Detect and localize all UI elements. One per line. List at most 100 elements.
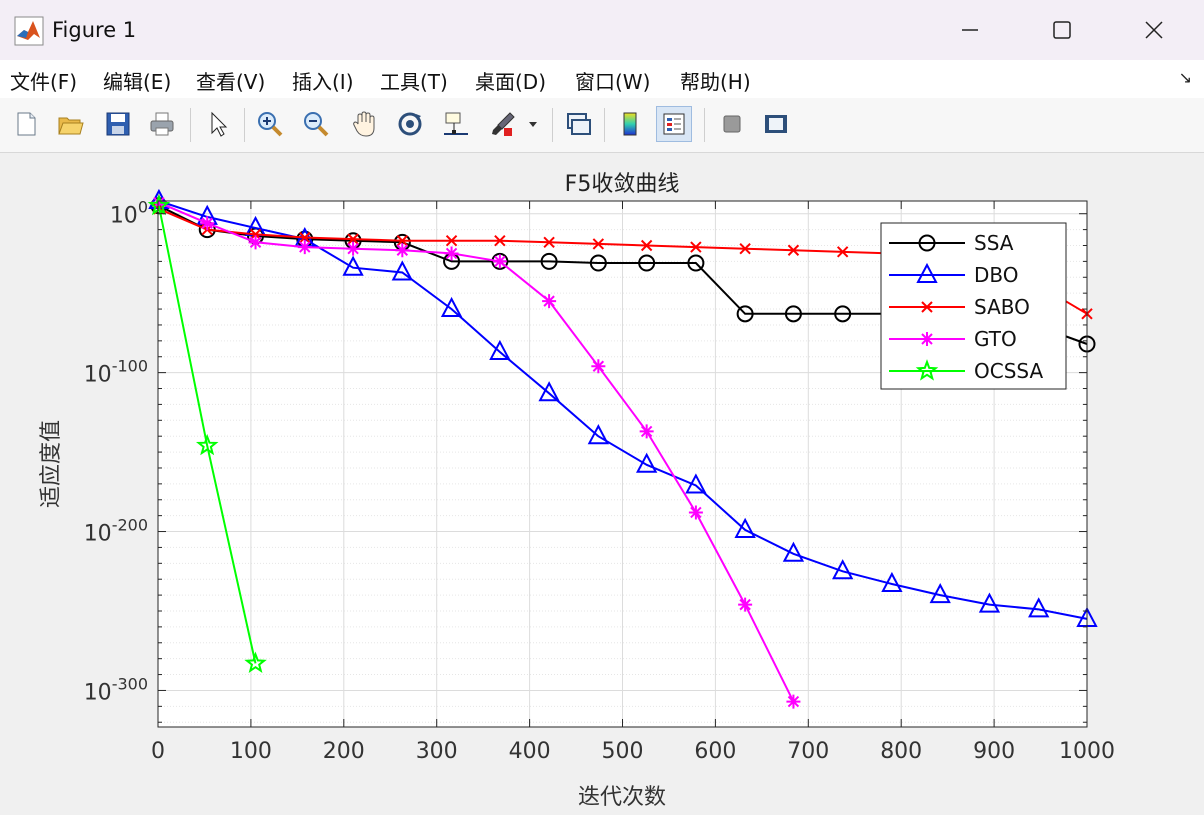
menu-tools[interactable]: 工具(T) bbox=[380, 66, 448, 95]
chart-title: F5收敛曲线 bbox=[565, 172, 680, 197]
asterisk-marker bbox=[492, 254, 507, 269]
legend-entry-label: OCSSA bbox=[974, 359, 1043, 383]
save-icon bbox=[106, 112, 130, 136]
select-arrow-button[interactable] bbox=[200, 106, 236, 142]
data-cursor-icon bbox=[444, 112, 468, 135]
data-point-gto bbox=[248, 235, 263, 250]
print-button[interactable] bbox=[144, 106, 180, 142]
pan-button[interactable] bbox=[346, 106, 382, 142]
x-tick-label: 800 bbox=[880, 739, 922, 764]
legend-button[interactable] bbox=[656, 106, 692, 142]
menu-view[interactable]: 查看(V) bbox=[196, 66, 265, 95]
menu-window[interactable]: 窗口(W) bbox=[575, 66, 650, 95]
zoom-in-button[interactable] bbox=[252, 106, 288, 142]
menu-edit[interactable]: 编辑(E) bbox=[103, 66, 171, 95]
x-axis-label: 迭代次数 bbox=[578, 785, 666, 810]
x-tick-label: 300 bbox=[416, 739, 458, 764]
colorbar-icon bbox=[623, 112, 637, 136]
data-point-gto bbox=[688, 505, 703, 520]
dock-arrow-icon[interactable]: ↘ bbox=[1179, 68, 1192, 87]
x-tick-label: 400 bbox=[509, 739, 551, 764]
asterisk-marker bbox=[444, 246, 459, 261]
menu-help[interactable]: 帮助(H) bbox=[680, 66, 751, 95]
show-plot-tools-button[interactable] bbox=[758, 106, 794, 142]
zoom-out-button[interactable] bbox=[298, 106, 334, 142]
new-figure-icon bbox=[17, 112, 36, 136]
x-tick-label: 200 bbox=[323, 739, 365, 764]
asterisk-marker bbox=[346, 241, 361, 256]
figure-toolbar bbox=[0, 98, 1204, 153]
window-titlebar: Figure 1 bbox=[0, 0, 1204, 60]
y-axis-label: 适应度值 bbox=[39, 420, 64, 508]
x-tick-label: 100 bbox=[230, 739, 272, 764]
y-tick-label: 100 bbox=[110, 198, 148, 229]
menu-file[interactable]: 文件(F) bbox=[10, 66, 77, 95]
open-file-button[interactable] bbox=[52, 106, 88, 142]
asterisk-marker bbox=[591, 359, 606, 374]
menu-insert[interactable]: 插入(I) bbox=[292, 66, 354, 95]
data-point-gto bbox=[591, 359, 606, 374]
asterisk-marker bbox=[688, 505, 703, 520]
legend-entry-label: SSA bbox=[974, 231, 1014, 255]
asterisk-marker bbox=[395, 243, 410, 258]
link-plot-button[interactable] bbox=[560, 106, 596, 142]
brush-icon bbox=[492, 112, 515, 136]
x-tick-label: 600 bbox=[694, 739, 736, 764]
menu-bar: 文件(F) 编辑(E) 查看(V) 插入(I) 工具(T) 桌面(D) 窗口(W… bbox=[0, 60, 1204, 98]
data-point-gto bbox=[395, 243, 410, 258]
maximize-button[interactable] bbox=[1016, 0, 1108, 60]
legend-marker bbox=[920, 332, 934, 346]
asterisk-marker bbox=[639, 424, 654, 439]
y-tick-label: 10-100 bbox=[84, 357, 148, 388]
close-icon bbox=[1145, 21, 1163, 39]
maximize-icon bbox=[1053, 21, 1071, 39]
brush-button[interactable] bbox=[484, 106, 520, 142]
data-cursor-button[interactable] bbox=[438, 106, 474, 142]
chevron-down-icon bbox=[529, 122, 537, 127]
save-button[interactable] bbox=[100, 106, 136, 142]
minimize-button[interactable] bbox=[924, 0, 1016, 60]
new-figure-button[interactable] bbox=[8, 106, 44, 142]
print-icon bbox=[150, 112, 174, 136]
asterisk-marker bbox=[297, 240, 312, 255]
data-point-gto bbox=[346, 241, 361, 256]
hide-plot-tools-button[interactable] bbox=[714, 106, 750, 142]
window-title: Figure 1 bbox=[52, 18, 137, 42]
data-point-gto bbox=[297, 240, 312, 255]
asterisk-marker bbox=[248, 235, 263, 250]
colorbar-button[interactable] bbox=[612, 106, 648, 142]
data-point-gto bbox=[738, 597, 753, 612]
close-button[interactable] bbox=[1108, 0, 1200, 60]
x-tick-label: 500 bbox=[602, 739, 644, 764]
x-tick-label: 1000 bbox=[1059, 739, 1115, 764]
y-tick-label: 10-300 bbox=[84, 674, 148, 705]
rotate-3d-button[interactable] bbox=[392, 106, 428, 142]
matlab-logo-icon bbox=[14, 16, 44, 46]
minimize-icon bbox=[962, 29, 978, 31]
asterisk-marker bbox=[542, 294, 557, 309]
legend-icon bbox=[663, 113, 685, 135]
menu-desktop[interactable]: 桌面(D) bbox=[475, 66, 546, 95]
figure-canvas: 0 100 200 300 400 500 600 700 800 900 1000 100 10-10… bbox=[39, 172, 1115, 810]
data-point-gto bbox=[492, 254, 507, 269]
rotate-3d-icon bbox=[398, 112, 422, 136]
open-file-icon bbox=[58, 117, 84, 135]
data-point-gto bbox=[444, 246, 459, 261]
brush-dropdown-button[interactable] bbox=[524, 106, 542, 142]
legend-entry-label: SABO bbox=[974, 295, 1030, 319]
asterisk-marker bbox=[738, 597, 753, 612]
legend[interactable]: SSA DBO SABO GTO OCSSA bbox=[880, 222, 1067, 390]
zoom-in-icon bbox=[258, 112, 283, 137]
show-plot-tools-icon bbox=[765, 115, 787, 133]
pan-hand-icon bbox=[353, 111, 375, 137]
link-plot-icon bbox=[567, 113, 591, 135]
asterisk-marker bbox=[200, 216, 215, 231]
data-point-gto bbox=[786, 694, 801, 709]
x-tick-label: 0 bbox=[151, 739, 165, 764]
data-point-gto bbox=[639, 424, 654, 439]
data-point-gto bbox=[200, 216, 215, 231]
legend-entry-label: GTO bbox=[974, 327, 1017, 351]
hide-plot-tools-icon bbox=[723, 115, 741, 133]
zoom-out-icon bbox=[304, 112, 329, 137]
y-tick-label: 10-200 bbox=[84, 516, 148, 547]
